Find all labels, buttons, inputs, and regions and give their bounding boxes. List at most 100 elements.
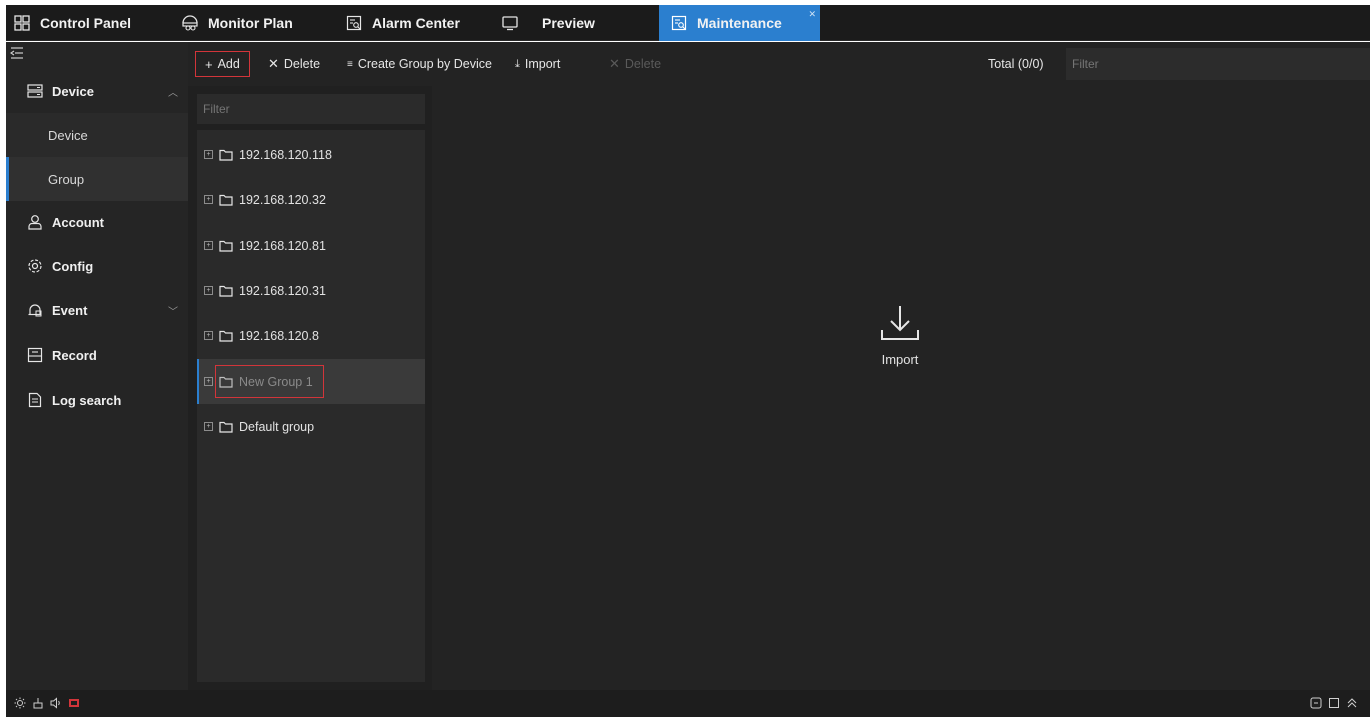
tab-label: Monitor Plan [208, 15, 293, 31]
tree-filter-input[interactable] [197, 94, 425, 124]
tree-row-selected[interactable]: + New Group 1 [197, 359, 425, 404]
status-bar [6, 690, 1370, 717]
sidebar-item-config[interactable]: Config [6, 244, 188, 288]
tree-row[interactable]: + 192.168.120.32 [197, 177, 425, 222]
sidebar-item-label: Account [52, 214, 104, 230]
sidebar-subitem-group[interactable]: Group [6, 157, 188, 201]
tab-preview[interactable]: Preview [500, 5, 595, 41]
tree-row[interactable]: + Default group [197, 404, 425, 449]
monitor-plan-icon [180, 13, 200, 33]
folder-icon [219, 285, 233, 297]
toolbar: + Add ✕ Delete ≡ Create Group by Device … [188, 42, 1370, 86]
add-button[interactable]: + Add [195, 51, 250, 77]
x-icon: ✕ [609, 56, 620, 71]
tab-alarm-center[interactable]: Alarm Center [344, 5, 460, 41]
expand-icon[interactable]: + [204, 150, 213, 159]
account-icon [26, 213, 44, 231]
sidebar-subitem-device[interactable]: Device [6, 113, 188, 157]
tree-row-label: 192.168.120.32 [239, 192, 326, 207]
sidebar-item-record[interactable]: Record [6, 333, 188, 377]
monitor-icon [500, 13, 520, 33]
expand-icon[interactable]: + [204, 195, 213, 204]
expand-icon[interactable]: + [204, 377, 213, 386]
sidebar-item-label: Event [52, 302, 88, 318]
alarm-center-icon [344, 13, 364, 33]
sidebar: Device ︿ Device Group Account Config Eve… [6, 42, 188, 690]
plus-icon: + [205, 56, 213, 72]
record-icon [26, 346, 44, 364]
tree-row-label: 192.168.120.81 [239, 238, 326, 253]
close-icon[interactable]: ✕ [808, 9, 816, 20]
download-icon [881, 306, 919, 340]
import-label: Import [881, 352, 919, 367]
delete-disabled-button[interactable]: ✕ Delete [609, 51, 661, 77]
sidebar-item-event[interactable]: Event ﹀ [6, 288, 188, 332]
sidebar-item-label: Device [48, 127, 88, 143]
folder-icon [219, 240, 233, 252]
expand-icon[interactable]: + [204, 331, 213, 340]
expand-icon[interactable]: + [204, 241, 213, 250]
sidebar-item-label: Config [52, 258, 94, 274]
tree-row[interactable]: + 192.168.120.81 [197, 223, 425, 268]
delete-button[interactable]: ✕ Delete [268, 51, 320, 77]
chevron-up-icon: ︿ [168, 87, 178, 99]
alarm-status-icon[interactable] [68, 697, 80, 709]
import-button[interactable]: ⤓ Import [515, 51, 560, 77]
import-label: Import [524, 57, 561, 71]
gear-icon [26, 257, 44, 275]
create-group-label: Create Group by Device [357, 57, 492, 71]
delete-disabled-label: Delete [624, 57, 662, 71]
sun-icon[interactable] [14, 697, 26, 709]
grid-icon [12, 13, 32, 33]
chevron-double-up-icon[interactable] [1346, 697, 1358, 709]
fullscreen-icon[interactable] [1328, 697, 1340, 709]
lock-screen-icon[interactable] [1310, 697, 1322, 709]
tab-label: Maintenance [697, 15, 782, 31]
tree-row[interactable]: + 192.168.120.8 [197, 313, 425, 358]
event-icon [26, 301, 44, 319]
stack-icon: ≡ [347, 58, 353, 70]
sidebar-item-label: Group [48, 171, 85, 187]
sidebar-item-label: Log search [52, 392, 122, 408]
tree-row-label: Default group [239, 419, 315, 434]
sidebar-item-device[interactable]: Device ︿ [6, 69, 188, 113]
tab-label: Alarm Center [372, 15, 460, 31]
group-tree-panel: + 192.168.120.118 + 192.168.120.32 + 192… [188, 86, 432, 690]
x-icon: ✕ [268, 56, 279, 71]
new-group-edit[interactable]: New Group 1 [215, 365, 324, 398]
sidebar-item-account[interactable]: Account [6, 200, 188, 244]
log-search-icon [26, 391, 44, 409]
add-label: Add [217, 57, 240, 71]
expand-icon[interactable]: + [204, 286, 213, 295]
filter-input[interactable] [1066, 48, 1370, 80]
import-icon: ⤓ [515, 57, 520, 70]
main-content: Import [432, 86, 1370, 690]
volume-icon[interactable] [50, 697, 62, 709]
import-drop-area[interactable]: Import [860, 304, 940, 394]
total-count: Total (0/0) [988, 57, 1044, 71]
collapse-menu-icon[interactable] [10, 46, 26, 62]
device-icon [26, 82, 44, 100]
sidebar-item-label: Record [52, 347, 97, 363]
folder-icon [219, 330, 233, 342]
folder-icon [219, 194, 233, 206]
delete-label: Delete [283, 57, 321, 71]
tab-label: Control Panel [40, 15, 132, 31]
top-tab-bar: Control Panel Monitor Plan Alarm Center … [6, 5, 1370, 41]
tree-row-label: 192.168.120.8 [239, 328, 319, 343]
network-icon[interactable] [32, 697, 44, 709]
tab-maintenance[interactable]: Maintenance ✕ [659, 5, 820, 41]
create-group-by-device-button[interactable]: ≡ Create Group by Device [347, 51, 492, 77]
tab-control-panel[interactable]: Control Panel [12, 5, 131, 41]
tab-monitor-plan[interactable]: Monitor Plan [180, 5, 293, 41]
sidebar-item-label: Device [52, 83, 94, 99]
tree-row[interactable]: + 192.168.120.118 [197, 132, 425, 177]
group-tree: + 192.168.120.118 + 192.168.120.32 + 192… [197, 130, 425, 682]
tree-row-label: 192.168.120.31 [239, 283, 326, 298]
tab-label: Preview [542, 15, 595, 31]
tree-row[interactable]: + 192.168.120.31 [197, 268, 425, 313]
chevron-down-icon: ﹀ [168, 306, 178, 318]
expand-icon[interactable]: + [204, 422, 213, 431]
sidebar-item-log-search[interactable]: Log search [6, 378, 188, 422]
folder-icon [219, 149, 233, 161]
